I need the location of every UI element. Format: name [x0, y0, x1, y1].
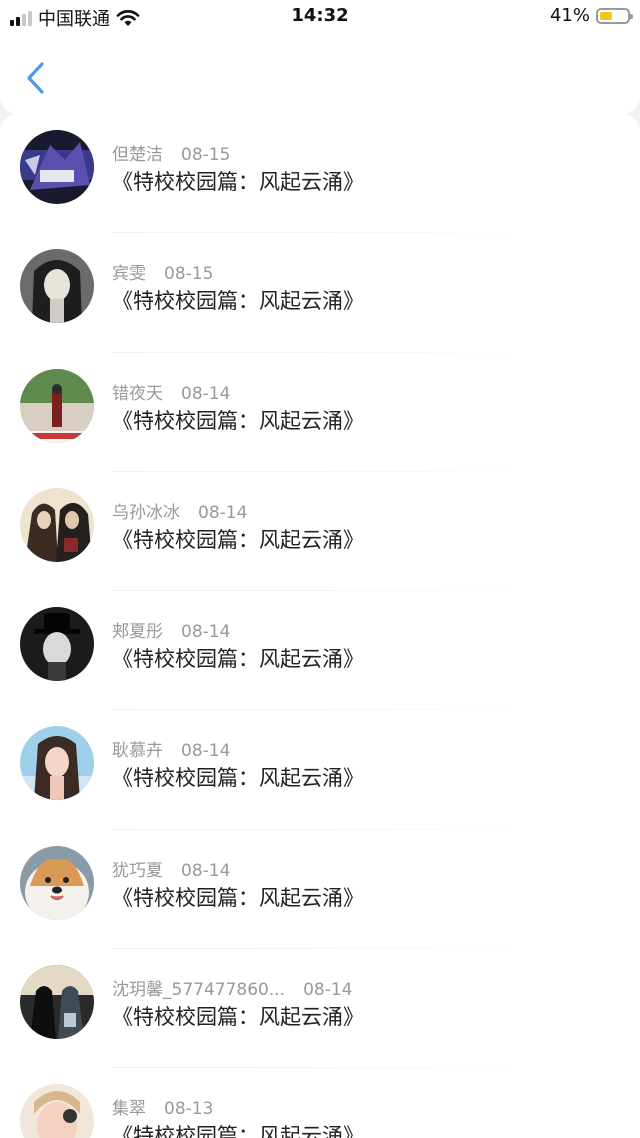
- message-date: 08-14: [181, 622, 231, 643]
- sender-name: 集翠: [112, 1099, 146, 1120]
- sender-name: 乌孙冰冰: [112, 502, 180, 523]
- message-text: 《特校校园篇：风起云涌》: [112, 408, 364, 433]
- message-text: 《特校校园篇：风起云涌》: [112, 1005, 364, 1030]
- avatar[interactable]: [20, 607, 94, 682]
- list-item[interactable]: 宾雯 08-15 《特校校园篇：风起云涌》: [0, 233, 640, 353]
- avatar[interactable]: [20, 1084, 94, 1138]
- avatar[interactable]: [20, 487, 94, 562]
- sender-name: 郏夏彤: [112, 622, 163, 643]
- list-item[interactable]: 耿慕卉 08-14 《特校校园篇：风起云涌》: [0, 710, 640, 830]
- message-meta: 耿慕卉 08-14: [112, 736, 230, 761]
- message-meta: 集翠 08-13: [112, 1094, 213, 1119]
- message-text: 《特校校园篇：风起云涌》: [112, 647, 364, 672]
- nav-bar: [0, 32, 640, 114]
- message-meta: 乌孙冰冰 08-14: [112, 498, 247, 523]
- message-date: 08-14: [181, 383, 231, 404]
- sender-name: 耿慕卉: [112, 741, 163, 762]
- avatar[interactable]: [20, 368, 94, 443]
- message-meta: 但楚洁 08-15: [112, 140, 230, 165]
- message-date: 08-14: [181, 860, 231, 881]
- battery-icon: [596, 7, 633, 24]
- sender-name: 沈玥馨_577477860...: [112, 980, 286, 1001]
- message-text: 《特校校园篇：风起云涌》: [112, 289, 364, 314]
- list-item[interactable]: 犹巧夏 08-14 《特校校园篇：风起云涌》: [0, 830, 640, 950]
- message-date: 08-14: [181, 741, 231, 762]
- message-meta: 宾雯 08-15: [112, 259, 213, 284]
- list-item[interactable]: 郏夏彤 08-14 《特校校园篇：风起云涌》: [0, 591, 640, 711]
- message-meta: 沈玥馨_577477860... 08-14: [112, 975, 352, 1000]
- avatar[interactable]: [20, 130, 94, 204]
- list-item[interactable]: 集翠 08-13 《特校校园篇：风起云涌》: [0, 1068, 640, 1138]
- list-item[interactable]: 沈玥馨_577477860... 08-14 《特校校园篇：风起云涌》: [0, 949, 640, 1069]
- message-meta: 郏夏彤 08-14: [112, 617, 230, 642]
- message-date: 08-15: [181, 145, 231, 165]
- message-text: 《特校校园篇：风起云涌》: [112, 885, 364, 910]
- status-time: 14:32: [291, 5, 349, 26]
- sender-name: 犹巧夏: [112, 860, 163, 881]
- message-text: 《特校校园篇：风起云涌》: [112, 527, 364, 552]
- avatar[interactable]: [20, 845, 94, 920]
- message-date: 08-15: [164, 264, 214, 285]
- message-date: 08-13: [164, 1099, 214, 1120]
- message-meta: 错夜天 08-14: [112, 379, 230, 404]
- message-date: 08-14: [198, 502, 248, 523]
- message-text: 《特校校园篇：风起云涌》: [112, 170, 364, 194]
- list-item[interactable]: 错夜天 08-14 《特校校园篇：风起云涌》: [0, 353, 640, 472]
- chevron-left-icon[interactable]: [22, 60, 50, 96]
- message-text: 《特校校园篇：风起云涌》: [112, 1124, 364, 1138]
- message-list: 但楚洁 08-15 《特校校园篇：风起云涌》 宾雯 08-15 《特校校园篇：风起云…: [0, 114, 640, 1138]
- avatar[interactable]: [20, 965, 94, 1040]
- list-item[interactable]: 乌孙冰冰 08-14 《特校校园篇：风起云涌》: [0, 472, 640, 592]
- list-item[interactable]: 但楚洁 08-15 《特校校园篇：风起云涌》: [0, 114, 640, 234]
- sender-name: 错夜天: [112, 383, 163, 404]
- message-meta: 犹巧夏 08-14: [112, 856, 230, 881]
- message-text: 《特校校园篇：风起云涌》: [112, 766, 364, 791]
- status-right: 41%: [549, 5, 633, 26]
- battery-percent: 41%: [549, 5, 590, 26]
- avatar[interactable]: [20, 249, 94, 324]
- avatar[interactable]: [20, 726, 94, 801]
- sender-name: 宾雯: [112, 264, 146, 285]
- message-date: 08-14: [303, 980, 353, 1001]
- sender-name: 但楚洁: [112, 145, 163, 165]
- status-bar: 中国联通 14:32 41%: [0, 0, 640, 32]
